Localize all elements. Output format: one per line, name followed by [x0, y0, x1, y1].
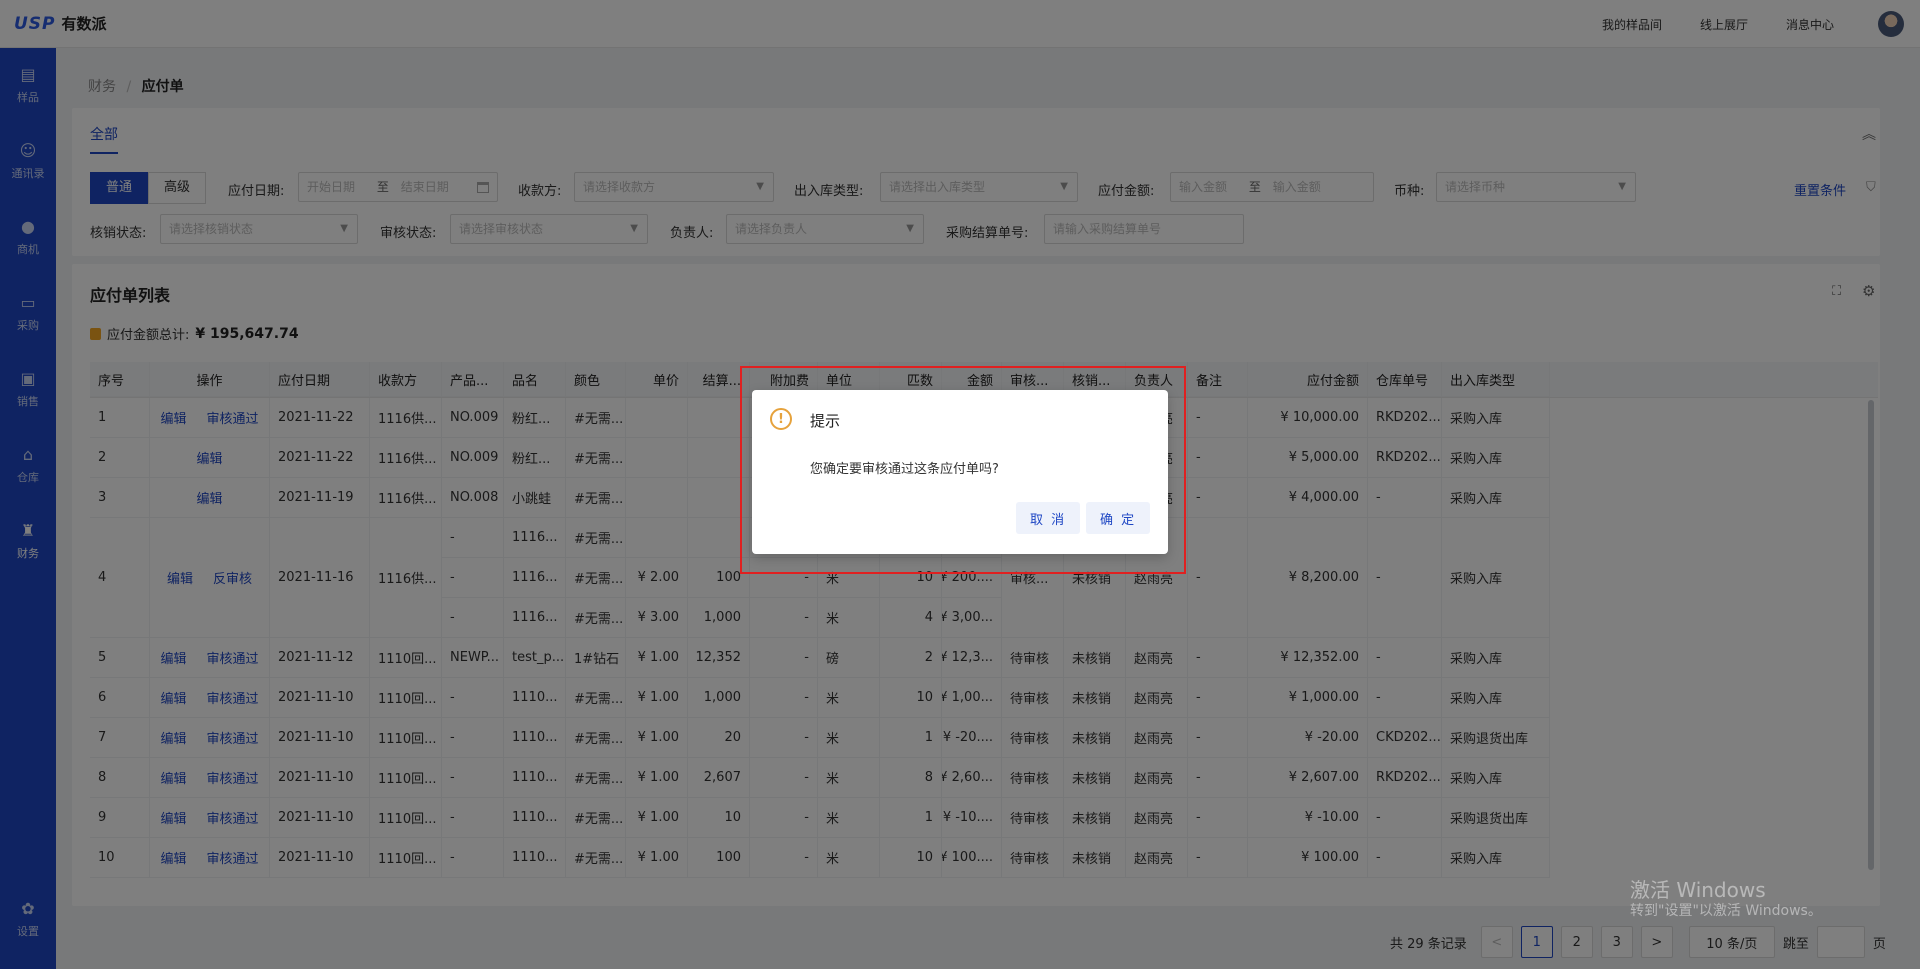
windows-watermark-title: 激活 Windows — [1630, 878, 1766, 902]
highlight-annotation-box — [740, 366, 1186, 574]
windows-watermark-subtitle: 转到"设置"以激活 Windows。 — [1630, 903, 1822, 919]
